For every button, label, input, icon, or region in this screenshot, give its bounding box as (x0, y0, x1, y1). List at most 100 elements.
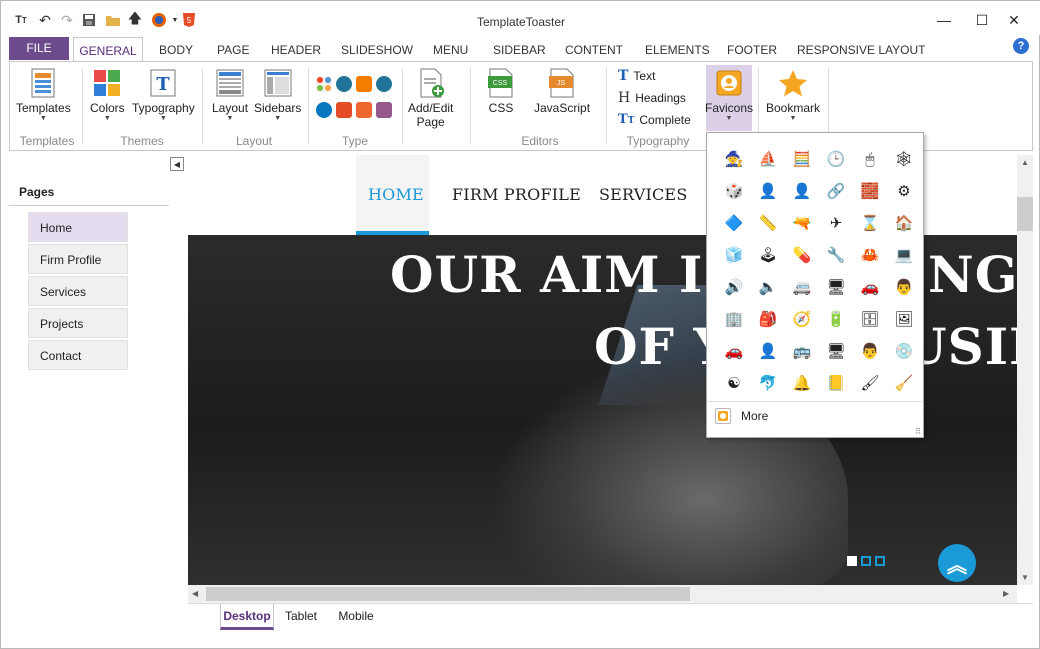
favicon-option-icon[interactable]: 🔊 (717, 271, 751, 303)
favicon-option-icon[interactable]: 🖌 (853, 367, 887, 399)
horizontal-scrollbar[interactable]: ◀ ▶ (188, 585, 1017, 603)
favicon-option-icon[interactable]: 🧙 (717, 143, 751, 175)
favicon-option-icon[interactable]: 🚗 (853, 271, 887, 303)
favicon-option-icon[interactable]: 👨 (853, 335, 887, 367)
favicon-option-icon[interactable]: 🏠 (887, 207, 921, 239)
favicon-option-icon[interactable]: 🧱 (853, 175, 887, 207)
favicons-button[interactable]: Favicons ▼ (705, 65, 753, 131)
slide-indicator-1[interactable] (847, 556, 857, 566)
scroll-left-icon[interactable]: ◀ (192, 589, 198, 598)
tab-general[interactable]: GENERAL (73, 37, 143, 62)
collapse-panel-icon[interactable]: ◀ (170, 157, 184, 171)
favicon-option-icon[interactable]: 🔔 (785, 367, 819, 399)
favicon-option-icon[interactable]: 🎒 (751, 303, 785, 335)
favicon-option-icon[interactable]: 🚐 (785, 271, 819, 303)
css-editor-button[interactable]: CSS CSS (486, 68, 516, 115)
text-button[interactable]: T Text (618, 68, 655, 84)
favicon-option-icon[interactable]: 🚗 (717, 335, 751, 367)
menu-item-home[interactable]: HOME (368, 185, 424, 204)
favicon-option-icon[interactable]: ⛵ (751, 143, 785, 175)
blogger-icon[interactable] (356, 76, 372, 92)
favicon-option-icon[interactable]: 🕸 (887, 143, 921, 175)
page-item-projects[interactable]: Projects (28, 308, 128, 338)
scroll-up-icon[interactable]: ▲ (1021, 158, 1029, 167)
tab-footer[interactable]: FOOTER (727, 37, 777, 61)
favicon-option-icon[interactable]: 🕒 (819, 143, 853, 175)
favicon-option-icon[interactable]: 👨 (887, 271, 921, 303)
favicon-option-icon[interactable]: 🖼 (887, 303, 921, 335)
favicon-option-icon[interactable]: 🧹 (887, 367, 921, 399)
bookmark-button[interactable]: Bookmark ▼ (766, 68, 820, 123)
favicon-option-icon[interactable]: 🖱 (853, 143, 887, 175)
tab-slideshow[interactable]: SLIDESHOW (341, 37, 413, 61)
favicon-option-icon[interactable]: 💻 (887, 239, 921, 271)
vertical-scroll-thumb[interactable] (1017, 197, 1033, 231)
favicon-option-icon[interactable]: 👤 (751, 335, 785, 367)
tab-desktop[interactable]: Desktop (220, 604, 274, 630)
close-icon[interactable]: ✕ (999, 9, 1029, 31)
tab-elements[interactable]: ELEMENTS (645, 37, 710, 61)
more-favicons-button[interactable]: More (711, 404, 919, 428)
layout-button[interactable]: Layout ▼ (212, 68, 248, 123)
favicon-option-icon[interactable]: 🖥 (819, 335, 853, 367)
favicon-option-icon[interactable]: 🔷 (717, 207, 751, 239)
favicon-option-icon[interactable]: 🕹 (751, 239, 785, 271)
tab-responsive-layout[interactable]: RESPONSIVE LAYOUT (797, 37, 925, 61)
woocommerce-icon[interactable] (376, 102, 392, 118)
menu-item-services[interactable]: SERVICES (599, 185, 687, 204)
tab-file[interactable]: FILE (9, 37, 69, 60)
favicon-option-icon[interactable]: 👤 (751, 175, 785, 207)
sidebars-button[interactable]: Sidebars ▼ (254, 68, 301, 123)
headings-button[interactable]: H Headings (618, 90, 686, 106)
favicon-option-icon[interactable]: 🚌 (785, 335, 819, 367)
favicon-option-icon[interactable]: ⚙ (887, 175, 921, 207)
templates-button[interactable]: Templates ▼ (16, 68, 71, 123)
slide-indicator-3[interactable] (875, 556, 885, 566)
favicon-option-icon[interactable]: 🦀 (853, 239, 887, 271)
tab-mobile[interactable]: Mobile (330, 604, 382, 630)
tab-tablet[interactable]: Tablet (278, 604, 324, 630)
colors-button[interactable]: Colors ▼ (90, 68, 125, 123)
slide-indicator-2[interactable] (861, 556, 871, 566)
favicon-option-icon[interactable]: ✈ (819, 207, 853, 239)
favicon-option-icon[interactable]: 💿 (887, 335, 921, 367)
javascript-editor-button[interactable]: JS JavaScript (534, 68, 590, 115)
tab-sidebar[interactable]: SIDEBAR (493, 37, 546, 61)
favicon-option-icon[interactable]: 🔧 (819, 239, 853, 271)
favicon-option-icon[interactable]: 🧭 (785, 303, 819, 335)
page-item-firm-profile[interactable]: Firm Profile (28, 244, 128, 274)
wordpress-icon[interactable] (336, 76, 352, 92)
drupal-icon[interactable] (316, 102, 332, 118)
help-icon[interactable]: ? (1013, 38, 1029, 54)
favicon-option-icon[interactable]: 📒 (819, 367, 853, 399)
scroll-right-icon[interactable]: ▶ (1003, 589, 1009, 598)
favicon-option-icon[interactable]: 🔫 (785, 207, 819, 239)
favicon-option-icon[interactable]: 🗄 (853, 303, 887, 335)
vertical-scrollbar[interactable]: ▲ ▼ (1017, 155, 1033, 585)
page-item-home[interactable]: Home (28, 212, 128, 242)
scroll-down-icon[interactable]: ▼ (1021, 573, 1029, 582)
favicon-option-icon[interactable]: 🔈 (751, 271, 785, 303)
horizontal-scroll-thumb[interactable] (206, 587, 690, 601)
favicon-option-icon[interactable]: 🖥 (819, 271, 853, 303)
tab-content[interactable]: CONTENT (565, 37, 623, 61)
minimize-icon[interactable]: — (929, 9, 959, 31)
tab-page[interactable]: PAGE (217, 37, 249, 61)
favicon-option-icon[interactable]: 🔋 (819, 303, 853, 335)
typography-button[interactable]: T Typography ▼ (132, 68, 195, 123)
favicon-option-icon[interactable]: ☯ (717, 367, 751, 399)
menu-item-firm-profile[interactable]: FIRM PROFILE (452, 185, 581, 204)
tab-header[interactable]: HEADER (271, 37, 321, 61)
magento-icon[interactable] (356, 102, 372, 118)
add-edit-page-button[interactable]: Add/Edit Page (408, 68, 453, 129)
favicon-option-icon[interactable]: 🐬 (751, 367, 785, 399)
resize-grip-icon[interactable]: ⠿ (915, 427, 921, 436)
page-item-services[interactable]: Services (28, 276, 128, 306)
favicon-option-icon[interactable]: 👤 (785, 175, 819, 207)
favicon-option-icon[interactable]: 🧮 (785, 143, 819, 175)
favicon-option-icon[interactable]: 🔗 (819, 175, 853, 207)
favicon-option-icon[interactable]: 💊 (785, 239, 819, 271)
tab-menu[interactable]: MENU (433, 37, 468, 61)
favicon-option-icon[interactable]: 🧊 (717, 239, 751, 271)
favicon-option-icon[interactable]: 🏢 (717, 303, 751, 335)
